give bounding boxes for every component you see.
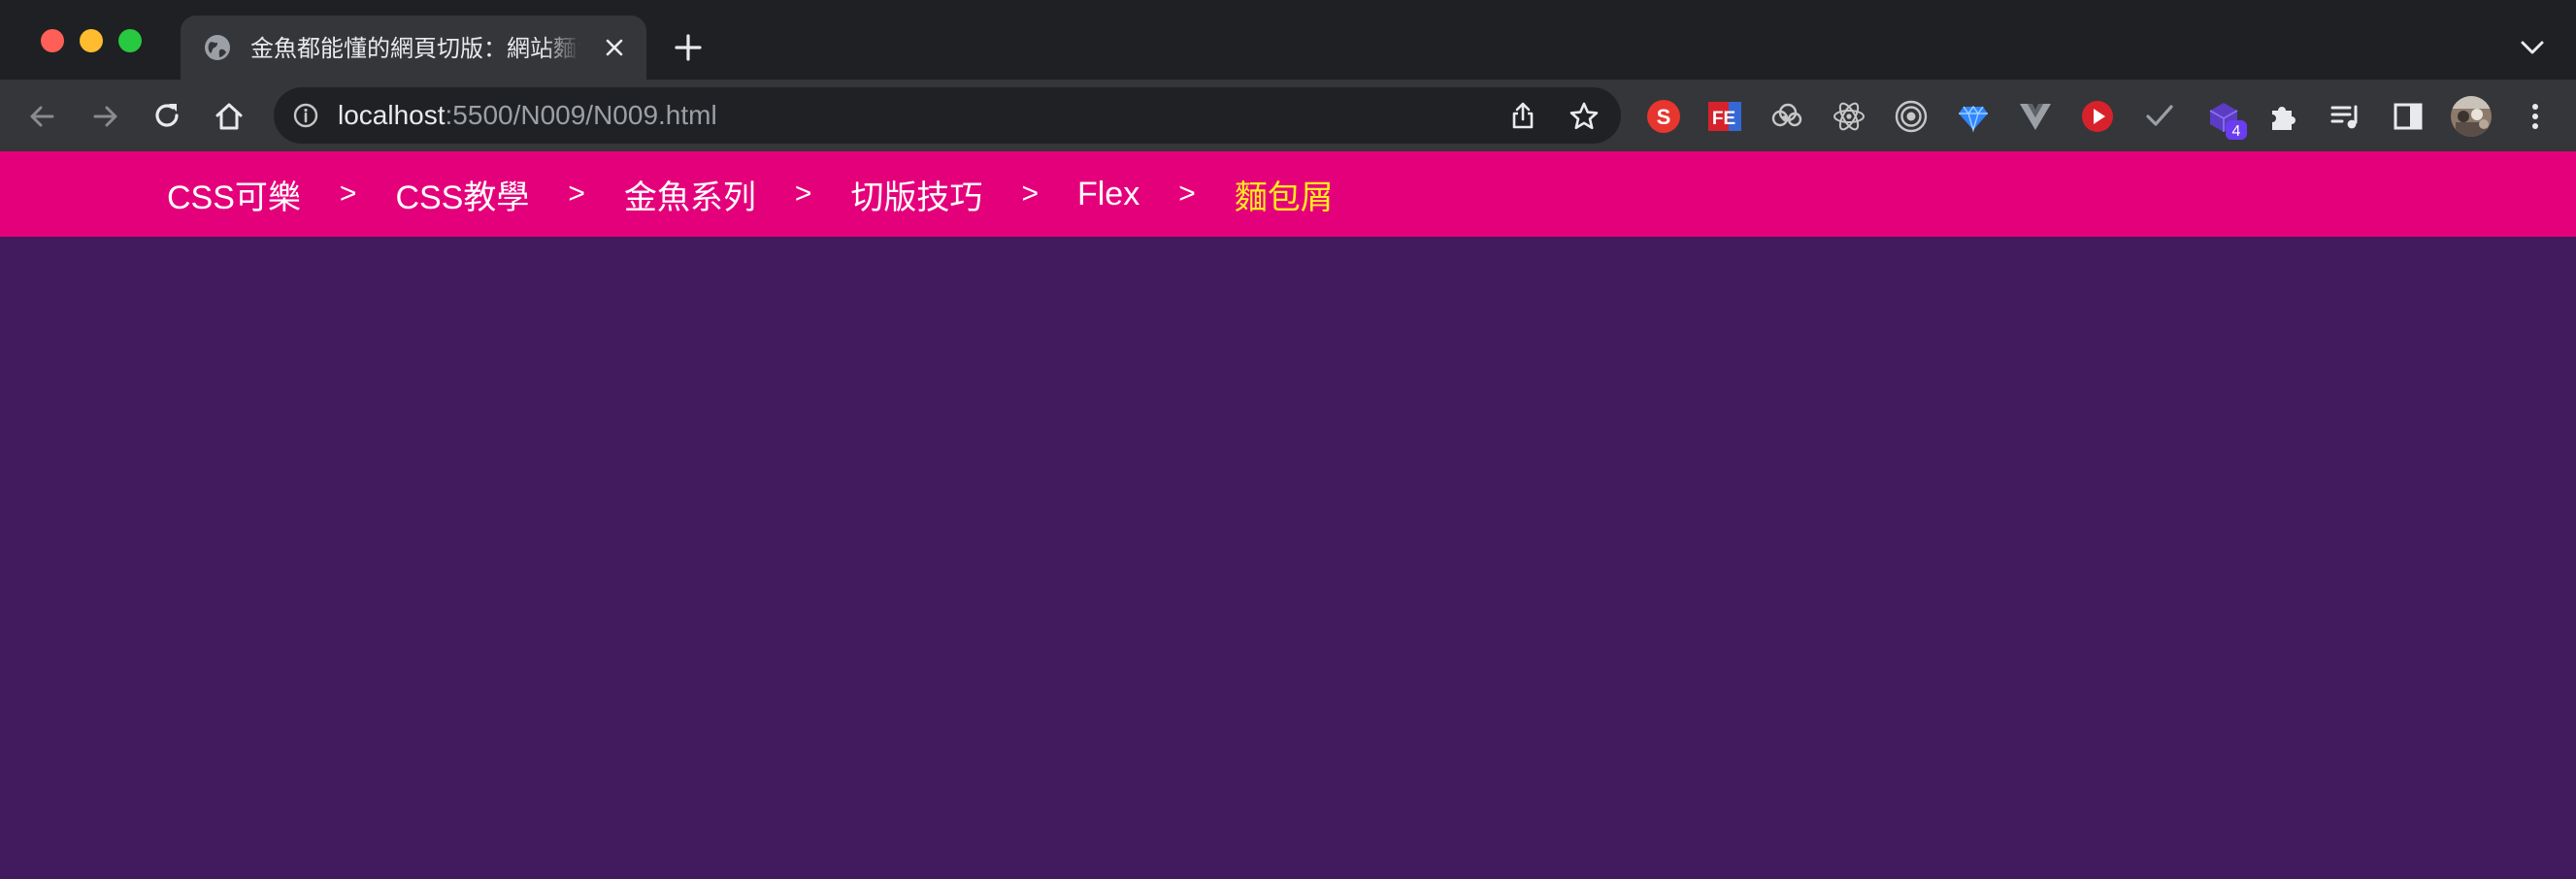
reload-icon[interactable] — [149, 99, 184, 134]
minimize-window-button[interactable] — [80, 29, 103, 52]
cube-extension-icon[interactable]: 4 — [2206, 99, 2249, 142]
info-icon[interactable] — [293, 103, 318, 128]
puzzle-icon[interactable] — [2266, 99, 2301, 134]
plus-icon[interactable] — [674, 33, 703, 62]
url-text: localhost:5500/N009/N009.html — [338, 99, 717, 132]
target-extension-icon[interactable] — [1894, 99, 1929, 134]
fe-extension-icon[interactable]: FE — [1707, 99, 1742, 134]
gem-extension-icon[interactable] — [1956, 99, 1991, 134]
breadcrumb-link-css-tutorial[interactable]: CSS教學 — [395, 179, 529, 216]
fe-extension-letters: FE — [1712, 109, 1735, 129]
playlist-icon[interactable] — [2328, 99, 2363, 134]
url-host: localhost — [338, 100, 446, 130]
breadcrumb-item: 切版技巧 — [850, 171, 982, 218]
s-extension-letter: S — [1657, 105, 1671, 129]
arrow-left-icon[interactable] — [25, 99, 60, 134]
browser-tab[interactable]: 金魚都能懂的網頁切版：網站麵包屑 — [181, 16, 646, 80]
breadcrumb-separator: > — [339, 178, 357, 210]
breadcrumb-item: 金魚系列 — [624, 171, 756, 218]
cloud-extension-icon[interactable] — [1769, 99, 1804, 134]
url-path: :5500/N009/N009.html — [445, 100, 717, 130]
breadcrumb-separator: > — [1178, 178, 1196, 210]
close-window-button[interactable] — [41, 29, 64, 52]
breadcrumb-separator: > — [568, 178, 585, 210]
address-bar[interactable]: localhost:5500/N009/N009.html — [274, 87, 1621, 144]
chevron-down-icon[interactable] — [2518, 37, 2547, 58]
vue-devtools-icon[interactable] — [2018, 99, 2053, 134]
globe-icon — [205, 35, 230, 60]
play-extension-icon[interactable] — [2080, 99, 2115, 134]
tab-strip: 金魚都能懂的網頁切版：網站麵包屑 — [0, 0, 2576, 80]
extension-badge: 4 — [2232, 123, 2241, 140]
close-icon[interactable] — [604, 37, 625, 58]
avatar[interactable] — [2450, 95, 2493, 138]
star-icon[interactable] — [1569, 101, 1600, 132]
breadcrumb-item: CSS教學 — [395, 171, 529, 218]
breadcrumb-link-goldfish-series[interactable]: 金魚系列 — [624, 179, 756, 216]
breadcrumb-separator: > — [1021, 178, 1039, 210]
home-icon[interactable] — [212, 99, 247, 134]
share-icon[interactable] — [1508, 101, 1537, 130]
sidepanel-icon[interactable] — [2391, 99, 2426, 134]
breadcrumb: CSS可樂 > CSS教學 > 金魚系列 > 切版技巧 > Flex > 麵包屑 — [167, 151, 1334, 237]
page-body — [0, 237, 2576, 879]
tab-title: 金魚都能懂的網頁切版：網站麵包屑 — [250, 36, 580, 62]
breadcrumb-nav: CSS可樂 > CSS教學 > 金魚系列 > 切版技巧 > Flex > 麵包屑 — [0, 151, 2576, 237]
breadcrumb-separator: > — [794, 178, 812, 210]
breadcrumb-link-css-cola[interactable]: CSS可樂 — [167, 179, 301, 216]
check-extension-icon[interactable] — [2142, 99, 2177, 134]
arrow-right-icon[interactable] — [87, 99, 122, 134]
breadcrumb-link-layout-tips[interactable]: 切版技巧 — [850, 179, 982, 216]
zoom-window-button[interactable] — [118, 29, 142, 52]
react-devtools-icon[interactable] — [1832, 99, 1866, 134]
s-extension-icon[interactable]: S — [1646, 99, 1681, 134]
kebab-menu-icon[interactable] — [2518, 99, 2553, 134]
breadcrumb-item: Flex — [1077, 176, 1139, 213]
breadcrumb-current: 麵包屑 — [1234, 179, 1334, 216]
breadcrumb-item: CSS可樂 — [167, 171, 301, 218]
breadcrumb-item-current: 麵包屑 — [1235, 171, 1334, 218]
breadcrumb-link-flex[interactable]: Flex — [1077, 176, 1139, 212]
browser-toolbar: localhost:5500/N009/N009.html S FE 4 — [0, 80, 2576, 151]
